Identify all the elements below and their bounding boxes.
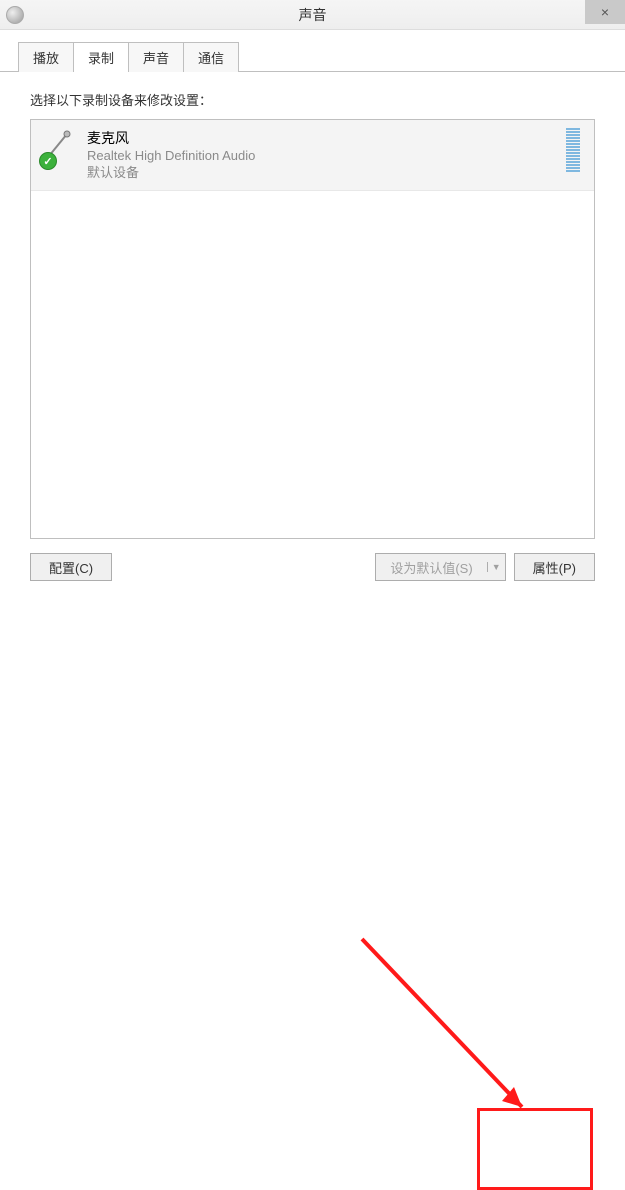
level-meter bbox=[566, 128, 580, 172]
device-item-microphone[interactable]: ✓ 麦克风 Realtek High Definition Audio 默认设备 bbox=[31, 120, 594, 191]
device-driver: Realtek High Definition Audio bbox=[87, 148, 558, 165]
microphone-icon: ✓ bbox=[41, 128, 77, 168]
tab-playback[interactable]: 播放 bbox=[18, 42, 74, 72]
titlebar: 声音 × bbox=[0, 0, 625, 30]
tab-bar: 播放 录制 声音 通信 bbox=[18, 42, 625, 72]
device-list[interactable]: ✓ 麦克风 Realtek High Definition Audio 默认设备 bbox=[30, 119, 595, 539]
tab-communications[interactable]: 通信 bbox=[183, 42, 239, 72]
set-default-button[interactable]: 设为默认值(S) ▼ bbox=[375, 553, 505, 581]
window-title: 声音 bbox=[0, 5, 625, 25]
configure-button[interactable]: 配置(C) bbox=[30, 553, 112, 581]
device-name: 麦克风 bbox=[87, 128, 558, 148]
tab-content: 选择以下录制设备来修改设置： ✓ 麦克风 Realtek High Defini… bbox=[0, 72, 625, 581]
device-status: 默认设备 bbox=[87, 165, 558, 182]
annotation-arrow-icon bbox=[352, 929, 552, 1129]
device-text: 麦克风 Realtek High Definition Audio 默认设备 bbox=[87, 128, 558, 182]
tab-sounds[interactable]: 声音 bbox=[128, 42, 184, 72]
system-icon bbox=[6, 6, 24, 24]
tab-recording[interactable]: 录制 bbox=[73, 42, 129, 72]
annotation-box bbox=[477, 1108, 593, 1190]
set-default-label: 设为默认值(S) bbox=[376, 554, 486, 580]
properties-button[interactable]: 属性(P) bbox=[514, 553, 595, 581]
instruction-label: 选择以下录制设备来修改设置： bbox=[30, 90, 595, 109]
default-check-icon: ✓ bbox=[39, 152, 57, 170]
close-button[interactable]: × bbox=[585, 0, 625, 24]
chevron-down-icon[interactable]: ▼ bbox=[487, 562, 505, 572]
button-row: 配置(C) 设为默认值(S) ▼ 属性(P) bbox=[30, 553, 595, 581]
